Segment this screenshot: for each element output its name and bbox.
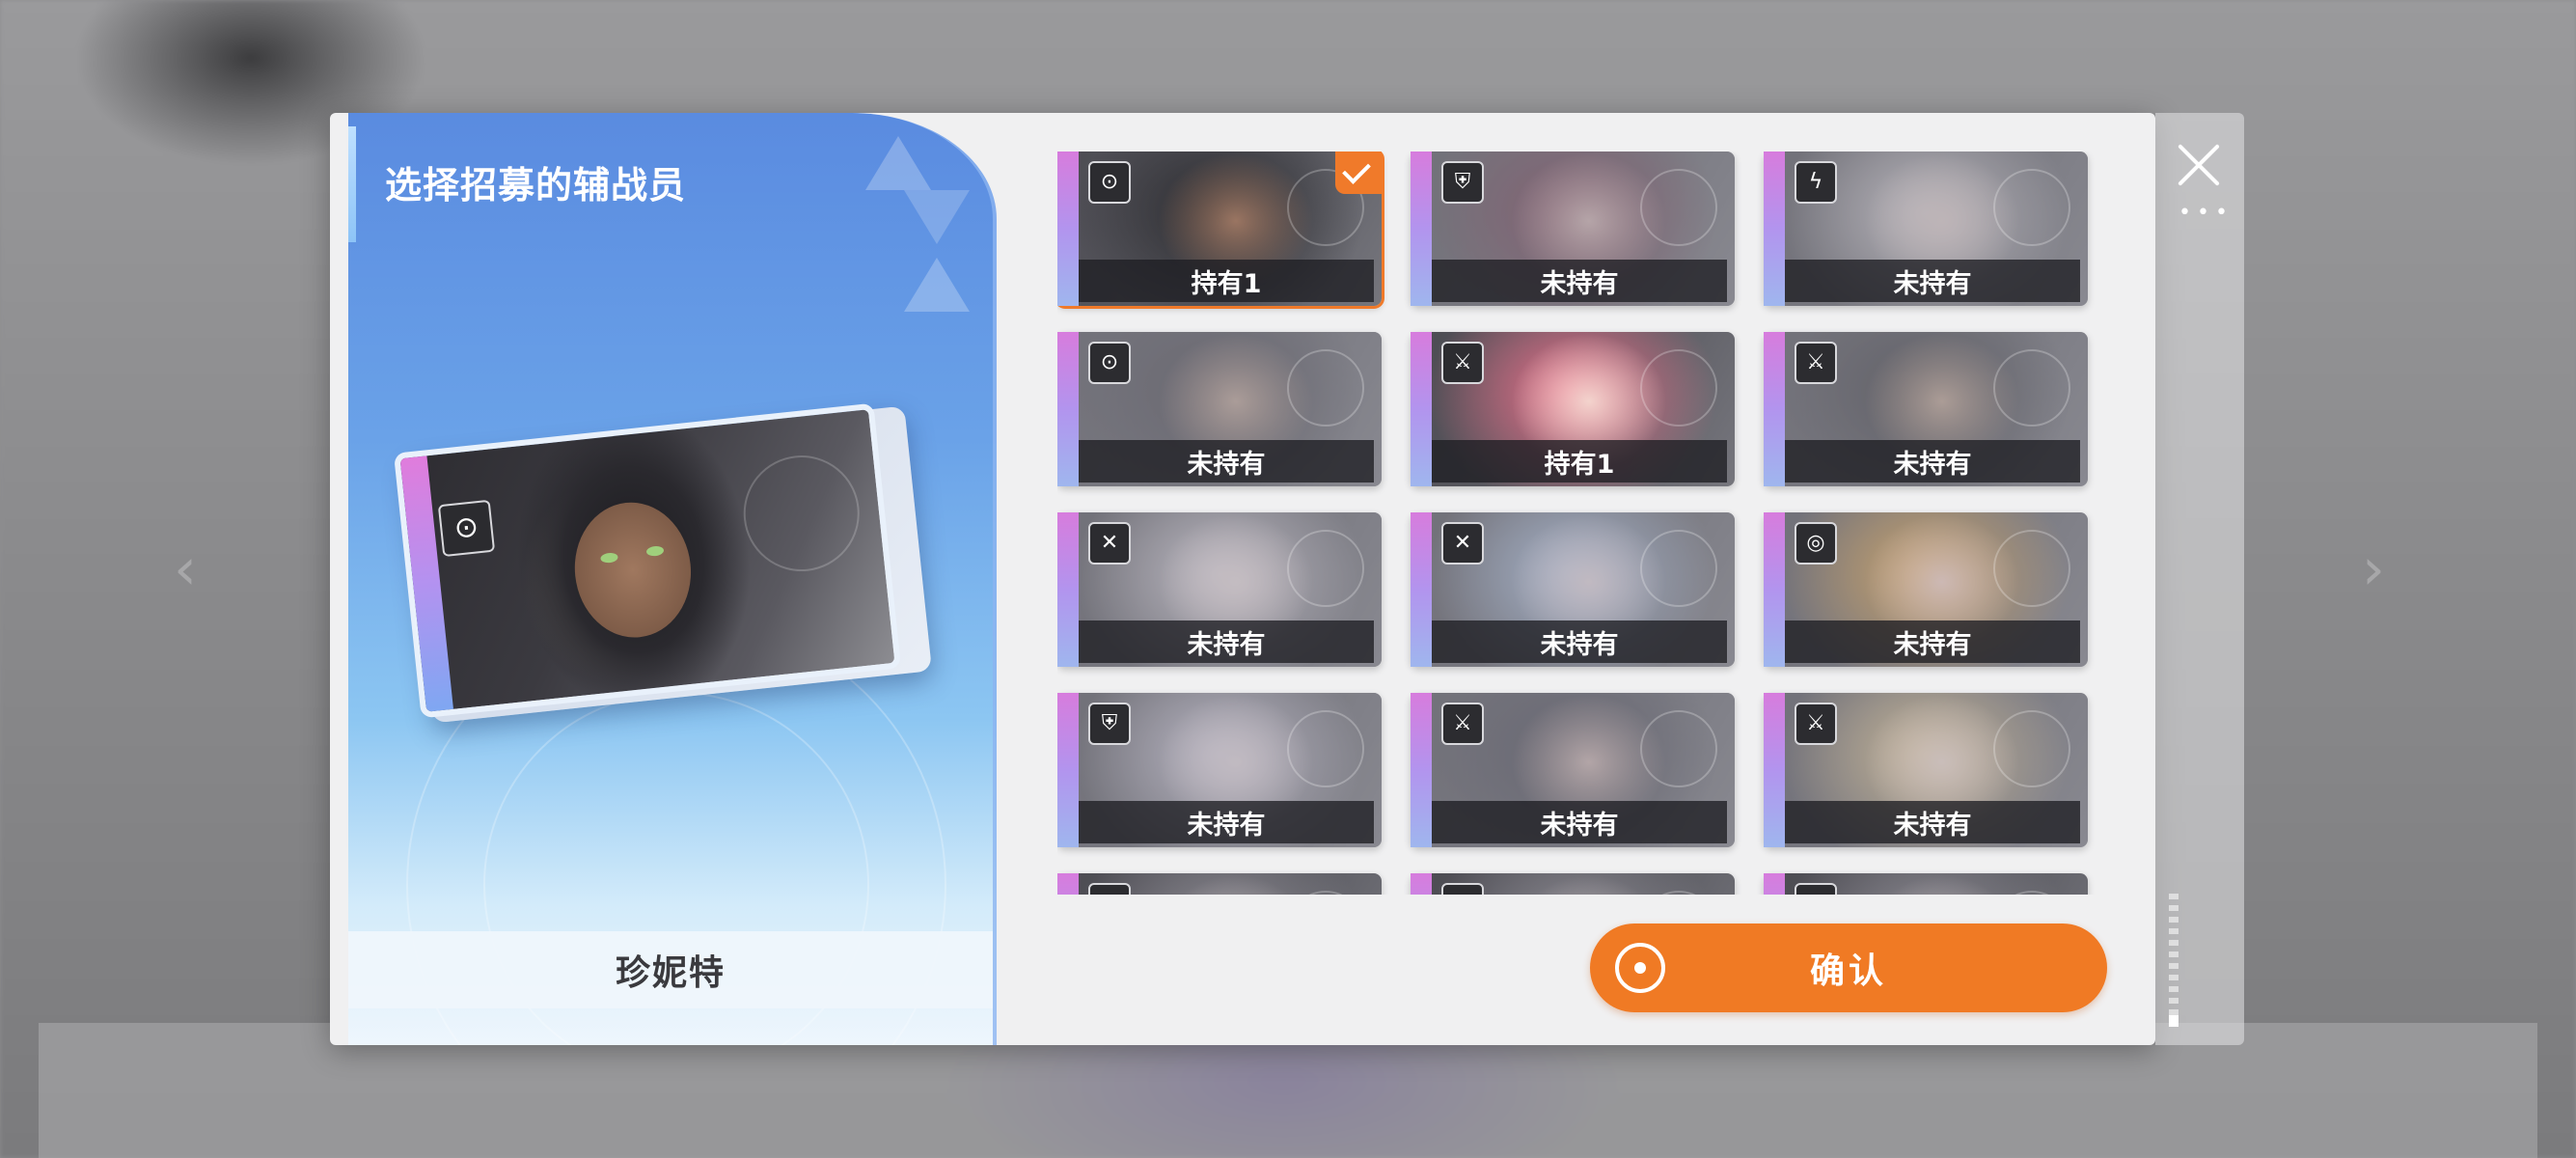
- ownership-label: 未持有: [1432, 620, 1727, 663]
- right-arrow-icon: ›: [2362, 536, 2385, 603]
- character-card[interactable]: ✕ 未持有: [1057, 512, 1382, 667]
- blades-class-icon: ✕: [1088, 522, 1131, 565]
- blades-class-icon: ✕: [1441, 522, 1484, 565]
- rarity-stripe: [1764, 693, 1785, 847]
- shield-class-icon: ⛨: [1088, 703, 1131, 745]
- target-class-icon: ⊙: [1088, 883, 1131, 895]
- card-decor-circle: [1640, 530, 1717, 607]
- title-accent-bar: [348, 126, 356, 242]
- shield-class-icon: ⛨: [1441, 883, 1484, 895]
- shield-class-icon: ⛨: [1441, 161, 1484, 204]
- ownership-label: 未持有: [1079, 440, 1374, 482]
- character-card[interactable]: ⛨ 未持有: [1057, 693, 1382, 847]
- crossed-swords-class-icon: ⚔: [1795, 342, 1837, 384]
- crossed-swords-class-icon: ⚔: [1795, 703, 1837, 745]
- rarity-stripe: [1411, 873, 1432, 895]
- character-card[interactable]: ⛨: [1411, 873, 1735, 895]
- decor-triangle: [865, 136, 931, 190]
- character-card[interactable]: ⊙: [1057, 873, 1382, 895]
- rarity-stripe: [1057, 512, 1079, 667]
- ownership-label: 未持有: [1785, 620, 2080, 663]
- card-decor-circle: [1993, 349, 2070, 427]
- rarity-stripe: [1764, 332, 1785, 486]
- scrollbar-thumb[interactable]: [2169, 1015, 2179, 1027]
- card-decor-circle: [1287, 710, 1364, 787]
- character-card[interactable]: ⚔ 持有1: [1411, 332, 1735, 486]
- rarity-stripe: [1764, 873, 1785, 895]
- rarity-stripe: [1057, 693, 1079, 847]
- character-grid: ⊙ 持有1 ⛨ 未持有 ϟ 未持有 ⊙ 未持有 ⚔ 持有1 ⚔ 未持有 ✕ 未持有 ✕ 未持有 ◎ 未持有 ⛨ 未持有…: [1057, 152, 2119, 895]
- card-decor-circle: [1640, 349, 1717, 427]
- ownership-label: 持有1: [1079, 260, 1374, 302]
- target-class-icon: ⊙: [1088, 342, 1131, 384]
- confirm-button-label: 确认: [1809, 951, 1887, 991]
- character-card[interactable]: ⛨ 未持有: [1411, 152, 1735, 306]
- decor-triangle: [904, 190, 970, 244]
- more-dots-icon: •••: [2179, 201, 2233, 225]
- rarity-stripe: [1057, 332, 1079, 486]
- card-decor-circle: [1287, 349, 1364, 427]
- character-card[interactable]: ⚔ 未持有: [1764, 693, 2088, 847]
- crosshair-class-icon: ◎: [1795, 522, 1837, 565]
- ownership-label: 未持有: [1785, 260, 2080, 302]
- rarity-stripe: [1764, 512, 1785, 667]
- recruit-dialog: 选择招募的辅战员 ⊙ 珍妮特 ⊙ 持有1 ⛨ 未持有 ϟ 未持有 ⊙ 未持有 ⚔ 持有1 ⚔ 未持有 ✕…: [330, 113, 2155, 1045]
- card-decor-circle: [1640, 169, 1717, 246]
- target-class-icon: ⊙: [437, 499, 496, 558]
- character-card[interactable]: ⚔ 未持有: [1764, 332, 2088, 486]
- shield-class-icon: ⛨: [1795, 883, 1837, 895]
- ownership-label: 未持有: [1785, 801, 2080, 843]
- card-decor-circle: [1993, 169, 2070, 246]
- card-decor-circle: [1993, 530, 2070, 607]
- ownership-label: 未持有: [1432, 260, 1727, 302]
- card-decor-circle: [737, 450, 865, 577]
- character-card[interactable]: ⊙ 持有1: [1057, 152, 1384, 309]
- rarity-stripe: [1411, 332, 1432, 486]
- rarity-stripe: [399, 455, 453, 712]
- confirm-circle-icon: [1615, 943, 1665, 993]
- ownership-label: 未持有: [1079, 801, 1374, 843]
- character-card[interactable]: ✕ 未持有: [1411, 512, 1735, 667]
- target-class-icon: ⊙: [1088, 161, 1131, 204]
- selected-character-name: 珍妮特: [615, 953, 726, 993]
- rarity-stripe: [1411, 693, 1432, 847]
- card-decor-circle: [1640, 710, 1717, 787]
- confirm-button[interactable]: 确认: [1590, 924, 2107, 1012]
- rarity-stripe: [1411, 152, 1432, 306]
- rarity-stripe: [1411, 512, 1432, 667]
- character-card[interactable]: ⚔ 未持有: [1411, 693, 1735, 847]
- rarity-stripe: [1057, 152, 1079, 306]
- left-arrow-icon: ‹: [174, 536, 197, 603]
- rarity-stripe: [1057, 873, 1079, 895]
- selected-name-bar: 珍妮特: [348, 931, 993, 1008]
- checkmark-icon: [1335, 152, 1384, 194]
- character-card[interactable]: ⛨: [1764, 873, 2088, 895]
- selected-character-card: ⊙: [393, 402, 902, 719]
- scrollbar-track[interactable]: [2169, 894, 2179, 1029]
- rarity-stripe: [1764, 152, 1785, 306]
- ownership-label: 持有1: [1432, 440, 1727, 482]
- character-card[interactable]: ϟ 未持有: [1764, 152, 2088, 306]
- panel-title: 选择招募的辅战员: [385, 164, 687, 207]
- decor-triangle: [904, 258, 970, 312]
- crossed-swords-class-icon: ⚔: [1441, 703, 1484, 745]
- card-decor-circle: [1287, 530, 1364, 607]
- ownership-label: 未持有: [1079, 620, 1374, 663]
- character-card[interactable]: ⊙ 未持有: [1057, 332, 1382, 486]
- selection-preview-panel: 选择招募的辅战员 ⊙ 珍妮特: [348, 113, 997, 1045]
- character-card[interactable]: ◎ 未持有: [1764, 512, 2088, 667]
- card-decor-circle: [1993, 710, 2070, 787]
- lightning-class-icon: ϟ: [1795, 161, 1837, 204]
- ownership-label: 未持有: [1785, 440, 2080, 482]
- crossed-swords-class-icon: ⚔: [1441, 342, 1484, 384]
- close-icon[interactable]: [2167, 133, 2231, 197]
- ownership-label: 未持有: [1432, 801, 1727, 843]
